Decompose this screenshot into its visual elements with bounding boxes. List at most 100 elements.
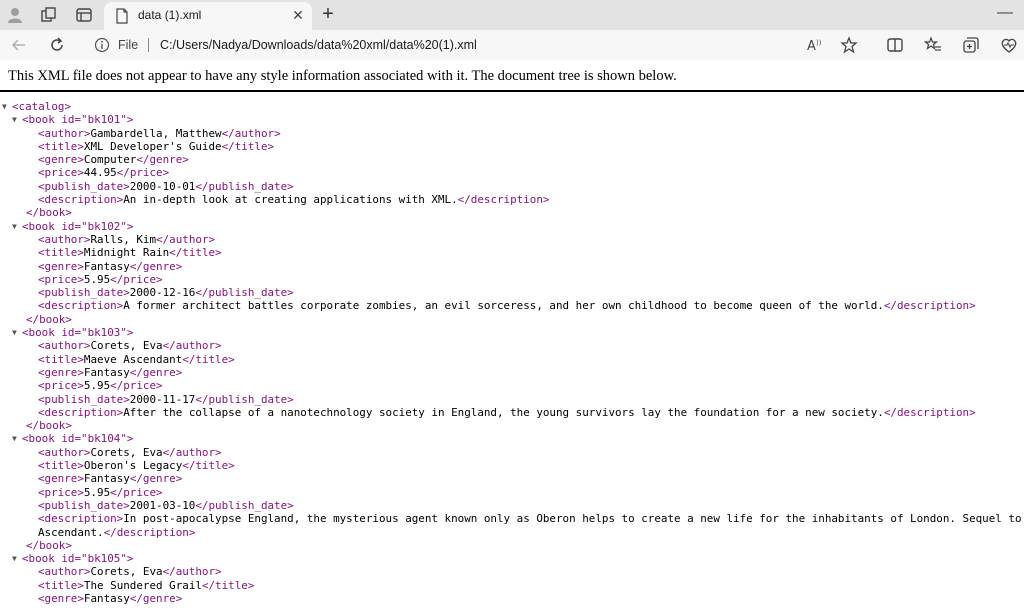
title-value: Midnight Rain bbox=[83, 246, 170, 260]
url-text[interactable]: C:/Users/Nadya/Downloads/data%20xml/data… bbox=[160, 38, 477, 52]
publish-date-value: 2000-10-01 bbox=[129, 179, 196, 193]
xml-element-line: <publish_date>2000-12-16</publish_date> bbox=[38, 286, 294, 300]
xml-element-line: <genre>Fantasy</genre> bbox=[38, 591, 183, 605]
genre-value: Fantasy bbox=[83, 591, 130, 605]
xml-element-line: <title>The Sundered Grail</title> bbox=[38, 578, 255, 592]
book-open-line: ▼ <book id="bk102"> bbox=[8, 220, 1020, 233]
xml-element-line: <author>Corets, Eva</author> bbox=[38, 445, 222, 459]
xml-element-line: <title>XML Developer's Guide</title> bbox=[38, 139, 275, 153]
split-screen-icon[interactable] bbox=[886, 36, 904, 54]
book-close-tag: </book> bbox=[26, 206, 72, 220]
publish-date-value: 2000-11-17 bbox=[129, 392, 196, 406]
read-aloud-icon[interactable]: A)) bbox=[806, 36, 824, 54]
xml-element-line: <author>Gambardella, Matthew</author> bbox=[38, 126, 281, 140]
author-value: Ralls, Kim bbox=[90, 232, 157, 246]
scheme-label: File bbox=[118, 38, 139, 52]
xml-element-line: <description>A former architect battles … bbox=[38, 299, 976, 313]
back-arrow-icon[interactable] bbox=[10, 36, 28, 54]
book-close-tag: </book> bbox=[26, 312, 72, 326]
description-value: After the collapse of a nanotechnology s… bbox=[123, 405, 884, 419]
xml-element-line: <title>Maeve Ascendant</title> bbox=[38, 352, 235, 366]
genre-value: Fantasy bbox=[83, 472, 130, 486]
xml-element-line: <author>Corets, Eva</author> bbox=[38, 339, 222, 353]
book-open-tag: <book id="bk101"> bbox=[22, 113, 134, 127]
book-close-line: </book> bbox=[8, 206, 1020, 219]
profile-icon[interactable] bbox=[6, 6, 24, 24]
author-value: Corets, Eva bbox=[90, 565, 163, 579]
xml-element-line: <publish_date>2000-11-17</publish_date> bbox=[38, 392, 294, 406]
genre-value: Fantasy bbox=[83, 365, 130, 379]
book-close-line: </book> bbox=[8, 419, 1020, 432]
collapse-toggle-icon[interactable]: ▼ bbox=[12, 432, 21, 445]
tab-actions-icon[interactable] bbox=[75, 6, 93, 24]
workspaces-icon[interactable] bbox=[40, 6, 58, 24]
publish-date-value: 2000-12-16 bbox=[129, 286, 196, 300]
book-open-line: ▼ <book id="bk101"> bbox=[8, 113, 1020, 126]
book-open-tag: <book id="bk105"> bbox=[22, 552, 134, 566]
xml-element-line: <genre>Fantasy</genre> bbox=[38, 259, 183, 273]
xml-element-line: <publish_date>2000-10-01</publish_date> bbox=[38, 179, 294, 193]
tab-title: data (1).xml bbox=[138, 8, 202, 22]
root-open-tag: <catalog> bbox=[12, 100, 72, 113]
price-value: 44.95 bbox=[83, 166, 117, 180]
book-close-tag: </book> bbox=[26, 419, 72, 433]
xml-element-line: <description>An in-depth look at creatin… bbox=[38, 193, 550, 207]
close-icon[interactable]: ✕ bbox=[290, 7, 306, 23]
title-value: The Sundered Grail bbox=[83, 578, 202, 592]
collections-icon[interactable] bbox=[962, 36, 980, 54]
svg-text:)): )) bbox=[816, 39, 822, 47]
collapse-toggle-icon[interactable]: ▼ bbox=[2, 100, 11, 113]
price-value: 5.95 bbox=[83, 272, 111, 286]
xml-element-line: <genre>Fantasy</genre> bbox=[38, 365, 183, 379]
author-value: Gambardella, Matthew bbox=[90, 126, 222, 140]
price-value: 5.95 bbox=[83, 379, 111, 393]
xml-element-line: <author>Ralls, Kim</author> bbox=[38, 232, 216, 246]
address-bar[interactable]: File C:/Users/Nadya/Downloads/data%20xml… bbox=[84, 33, 872, 57]
collapse-toggle-icon[interactable]: ▼ bbox=[12, 220, 21, 233]
book-open-line: ▼ <book id="bk103"> bbox=[8, 326, 1020, 339]
xml-element-line: <author>Corets, Eva</author> bbox=[38, 565, 222, 579]
description-value: In post-apocalypse England, the mysterio… bbox=[123, 512, 1024, 526]
xml-element-line: <price>5.95</price> bbox=[38, 272, 163, 286]
book-close-line: </book> bbox=[8, 313, 1020, 326]
book-open-tag: <book id="bk103"> bbox=[22, 326, 134, 340]
divider bbox=[0, 90, 1024, 92]
xml-element-line: <price>5.95</price> bbox=[38, 485, 163, 499]
svg-text:A: A bbox=[807, 39, 816, 54]
title-value: Maeve Ascendant bbox=[83, 352, 183, 366]
collapse-toggle-icon[interactable]: ▼ bbox=[12, 552, 21, 565]
xml-element-line: <publish_date>2001-03-10</publish_date> bbox=[38, 498, 294, 512]
browser-essentials-icon[interactable] bbox=[1000, 36, 1018, 54]
xml-element-line: <title>Oberon's Legacy</title> bbox=[38, 459, 235, 473]
collapse-toggle-icon[interactable]: ▼ bbox=[12, 113, 21, 126]
xml-element-line: <description>In post-apocalypse England,… bbox=[8, 512, 1024, 525]
xml-element-line: Ascendant.</description> bbox=[38, 525, 196, 539]
xml-element-line: <title>Midnight Rain</title> bbox=[38, 246, 222, 260]
minimize-icon[interactable]: — bbox=[996, 4, 1014, 22]
file-icon bbox=[114, 8, 130, 24]
description-value: Ascendant. bbox=[38, 525, 104, 539]
author-value: Corets, Eva bbox=[90, 445, 163, 459]
favorites-icon[interactable] bbox=[923, 36, 942, 54]
xml-element-line: <description>After the collapse of a nan… bbox=[38, 405, 976, 419]
book-open-tag: <book id="bk104"> bbox=[22, 432, 134, 446]
title-value: XML Developer's Guide bbox=[83, 139, 222, 153]
description-value: An in-depth look at creating application… bbox=[123, 193, 458, 207]
address-separator bbox=[148, 38, 149, 52]
xml-element-line: <genre>Computer</genre> bbox=[38, 153, 189, 167]
book-close-tag: </book> bbox=[26, 538, 72, 552]
browser-tab[interactable]: data (1).xml ✕ bbox=[104, 2, 312, 30]
xml-element-line: <price>5.95</price> bbox=[38, 379, 163, 393]
tab-strip: data (1).xml ✕ + — bbox=[0, 0, 1024, 30]
book-close-line: </book> bbox=[8, 539, 1020, 552]
author-value: Corets, Eva bbox=[90, 339, 163, 353]
refresh-icon[interactable] bbox=[48, 36, 66, 54]
plus-icon[interactable]: + bbox=[318, 4, 338, 24]
no-style-notice: This XML file does not appear to have an… bbox=[8, 68, 677, 84]
star-icon[interactable] bbox=[840, 36, 858, 54]
info-icon[interactable] bbox=[94, 37, 110, 53]
collapse-toggle-icon[interactable]: ▼ bbox=[12, 326, 21, 339]
description-value: A former architect battles corporate zom… bbox=[123, 299, 884, 313]
xml-tree: ▼ <catalog> ▼ <book id="bk101"> <author>… bbox=[2, 100, 1024, 605]
price-value: 5.95 bbox=[83, 485, 111, 499]
